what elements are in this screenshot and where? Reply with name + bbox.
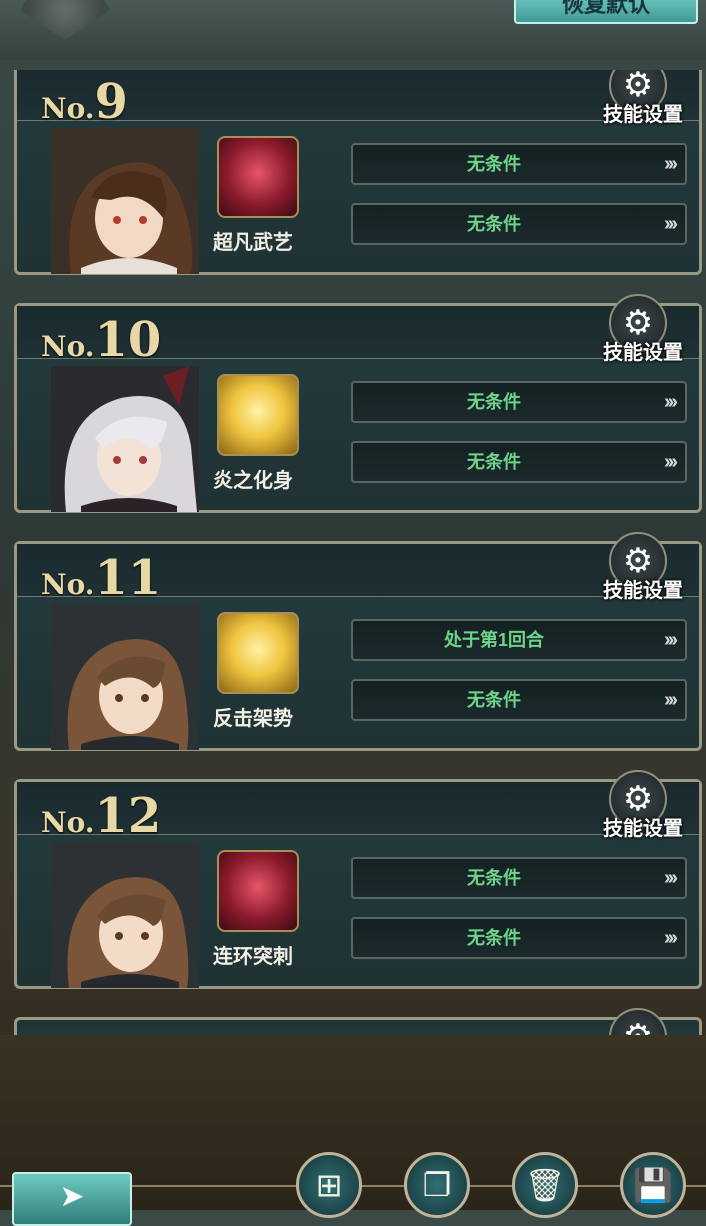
- card-header: No.11: [17, 544, 699, 606]
- triple-chevron-right-icon: ›››: [664, 451, 678, 473]
- triple-chevron-right-icon: ›››: [664, 629, 678, 651]
- skill-icon[interactable]: [217, 374, 299, 456]
- card-number: No.11: [41, 550, 162, 606]
- triple-chevron-right-icon: ›››: [664, 391, 678, 413]
- condition-button[interactable]: 无条件 ›››: [351, 679, 687, 721]
- skill-name: 连环突刺: [213, 946, 293, 968]
- save-icon: 💾: [633, 1167, 673, 1203]
- triple-chevron-right-icon: ›››: [664, 153, 678, 175]
- skill-icon[interactable]: [217, 612, 299, 694]
- save-button[interactable]: 💾: [620, 1152, 686, 1218]
- delete-button[interactable]: 🗑: [512, 1152, 578, 1218]
- skill-card-10: No.10 ⚙ 技能设置 炎之化身 无条件 ››› 无条件 ›››: [14, 294, 702, 513]
- skill-name: 炎之化身: [213, 470, 293, 492]
- skill-card-peek: ⚙: [14, 1008, 702, 1035]
- skill-name: 反击架势: [213, 708, 293, 730]
- trash-icon: 🗑: [524, 1167, 566, 1203]
- back-arrow-icon: ➤: [59, 1180, 85, 1213]
- card-header: No.10: [17, 306, 699, 368]
- character-portrait: [51, 366, 199, 512]
- skill-settings-label[interactable]: 技能设置: [603, 336, 683, 365]
- skill-icon[interactable]: [217, 850, 299, 932]
- top-bar: 恢复默认: [0, 0, 706, 60]
- character-portrait: [51, 604, 199, 750]
- skill-card-11: No.11 ⚙ 技能设置 反击架势 处于第1回合 ››› 无条件 ›››: [14, 532, 702, 751]
- character-portrait: [51, 128, 199, 274]
- card-header: No.12: [17, 782, 699, 844]
- skill-settings-label[interactable]: 技能设置: [603, 812, 683, 841]
- back-button[interactable]: ➤: [12, 1172, 132, 1226]
- triple-chevron-right-icon: ›››: [664, 927, 678, 949]
- card-number: No.9: [41, 74, 128, 130]
- gear-icon[interactable]: ⚙: [609, 1008, 667, 1035]
- condition-button[interactable]: 无条件 ›››: [351, 441, 687, 483]
- skill-settings-label[interactable]: 技能设置: [603, 98, 683, 127]
- condition-button[interactable]: 处于第1回合 ›››: [351, 619, 687, 661]
- skill-name: 超凡武艺: [213, 232, 293, 254]
- copy-icon: ❐: [422, 1167, 452, 1203]
- card-number: No.12: [41, 788, 162, 844]
- condition-button[interactable]: 无条件 ›››: [351, 203, 687, 245]
- emblem-icon: [20, 0, 110, 40]
- condition-button[interactable]: 无条件 ›››: [351, 857, 687, 899]
- skill-settings-label[interactable]: 技能设置: [603, 574, 683, 603]
- triple-chevron-right-icon: ›››: [664, 867, 678, 889]
- skill-list[interactable]: No.9 ⚙ 技能设置 超凡武艺 无条件 ››› 无条件 ››› No.10 ⚙…: [14, 70, 704, 1035]
- add-button[interactable]: ⊞: [296, 1152, 362, 1218]
- skill-card-9: No.9 ⚙ 技能设置 超凡武艺 无条件 ››› 无条件 ›››: [14, 70, 702, 275]
- copy-button[interactable]: ❐: [404, 1152, 470, 1218]
- condition-button[interactable]: 无条件 ›››: [351, 143, 687, 185]
- add-icon: ⊞: [315, 1167, 343, 1203]
- condition-button[interactable]: 无条件 ›››: [351, 917, 687, 959]
- skill-card-12: No.12 ⚙ 技能设置 连环突刺 无条件 ››› 无条件 ›››: [14, 770, 702, 989]
- card-header: No.9: [17, 70, 699, 130]
- character-portrait: [51, 842, 199, 988]
- condition-button[interactable]: 无条件 ›››: [351, 381, 687, 423]
- triple-chevron-right-icon: ›››: [664, 689, 678, 711]
- reset-default-button[interactable]: 恢复默认: [514, 0, 698, 24]
- card-number: No.10: [41, 312, 162, 368]
- skill-icon[interactable]: [217, 136, 299, 218]
- triple-chevron-right-icon: ›››: [664, 213, 678, 235]
